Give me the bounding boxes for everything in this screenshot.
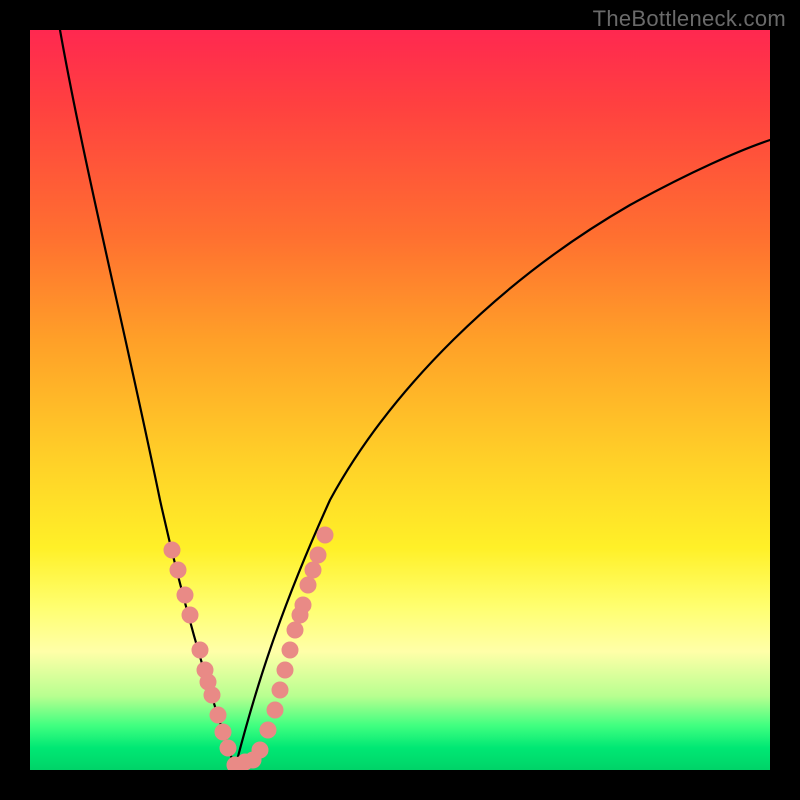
data-dot <box>164 542 180 558</box>
data-dot <box>252 742 268 758</box>
data-dot <box>267 702 283 718</box>
data-dot <box>260 722 276 738</box>
data-dot <box>287 622 303 638</box>
data-dot <box>182 607 198 623</box>
data-dot <box>170 562 186 578</box>
watermark-text: TheBottleneck.com <box>593 6 786 32</box>
curve-right-branch <box>235 140 770 768</box>
curve-left-branch <box>60 30 235 768</box>
chart-frame: TheBottleneck.com <box>0 0 800 800</box>
plot-area <box>30 30 770 770</box>
data-dot <box>192 642 208 658</box>
data-dots-group <box>164 527 333 770</box>
data-dot <box>305 562 321 578</box>
data-dot <box>282 642 298 658</box>
data-dot <box>177 587 193 603</box>
data-dot <box>204 687 220 703</box>
data-dot <box>310 547 326 563</box>
data-dot <box>295 597 311 613</box>
data-dot <box>300 577 316 593</box>
data-dot <box>210 707 226 723</box>
chart-svg <box>30 30 770 770</box>
data-dot <box>215 724 231 740</box>
data-dot <box>272 682 288 698</box>
data-dot <box>220 740 236 756</box>
data-dot <box>317 527 333 543</box>
data-dot <box>277 662 293 678</box>
